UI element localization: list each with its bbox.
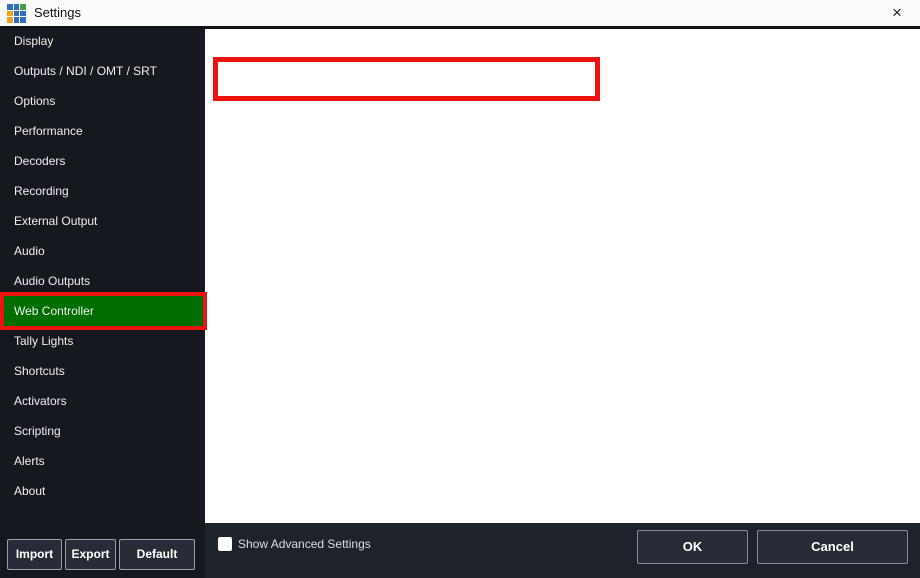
sidebar-item-audio[interactable]: Audio	[0, 236, 205, 266]
sidebar-item-activators[interactable]: Activators	[0, 386, 205, 416]
settings-window: Settings × Display Outputs / NDI / OMT /…	[0, 0, 920, 578]
show-advanced-label: Show Advanced Settings	[238, 537, 371, 551]
sidebar-item-options[interactable]: Options	[0, 86, 205, 116]
title-bar: Settings ×	[0, 0, 920, 26]
app-grid-icon	[7, 4, 26, 23]
sidebar-item-shortcuts[interactable]: Shortcuts	[0, 356, 205, 386]
import-button[interactable]: Import	[7, 539, 62, 570]
sidebar-item-alerts[interactable]: Alerts	[0, 446, 205, 476]
sidebar-item-scripting[interactable]: Scripting	[0, 416, 205, 446]
cancel-button[interactable]: Cancel	[757, 530, 908, 564]
web-controller-panel	[205, 29, 920, 523]
ok-button[interactable]: OK	[637, 530, 748, 564]
default-button[interactable]: Default	[119, 539, 195, 570]
sidebar-item-performance[interactable]: Performance	[0, 116, 205, 146]
sidebar-item-display[interactable]: Display	[0, 26, 205, 56]
sidebar-item-outputs[interactable]: Outputs / NDI / OMT / SRT	[0, 56, 205, 86]
sidebar-item-external-output[interactable]: External Output	[0, 206, 205, 236]
show-advanced-checkbox[interactable]	[218, 537, 232, 551]
sidebar-item-web-controller[interactable]: Web Controller	[0, 296, 205, 326]
titlebar-divider	[0, 26, 920, 29]
footer-bar: Show Advanced Settings OK Cancel	[205, 523, 920, 578]
sidebar-item-decoders[interactable]: Decoders	[0, 146, 205, 176]
sidebar-item-audio-outputs[interactable]: Audio Outputs	[0, 266, 205, 296]
sidebar-item-tally-lights[interactable]: Tally Lights	[0, 326, 205, 356]
sidebar-item-recording[interactable]: Recording	[0, 176, 205, 206]
close-icon[interactable]: ×	[874, 0, 920, 26]
export-button[interactable]: Export	[65, 539, 116, 570]
sidebar-item-about[interactable]: About	[0, 476, 205, 506]
window-title: Settings	[34, 5, 81, 20]
sidebar: Display Outputs / NDI / OMT / SRT Option…	[0, 26, 205, 578]
